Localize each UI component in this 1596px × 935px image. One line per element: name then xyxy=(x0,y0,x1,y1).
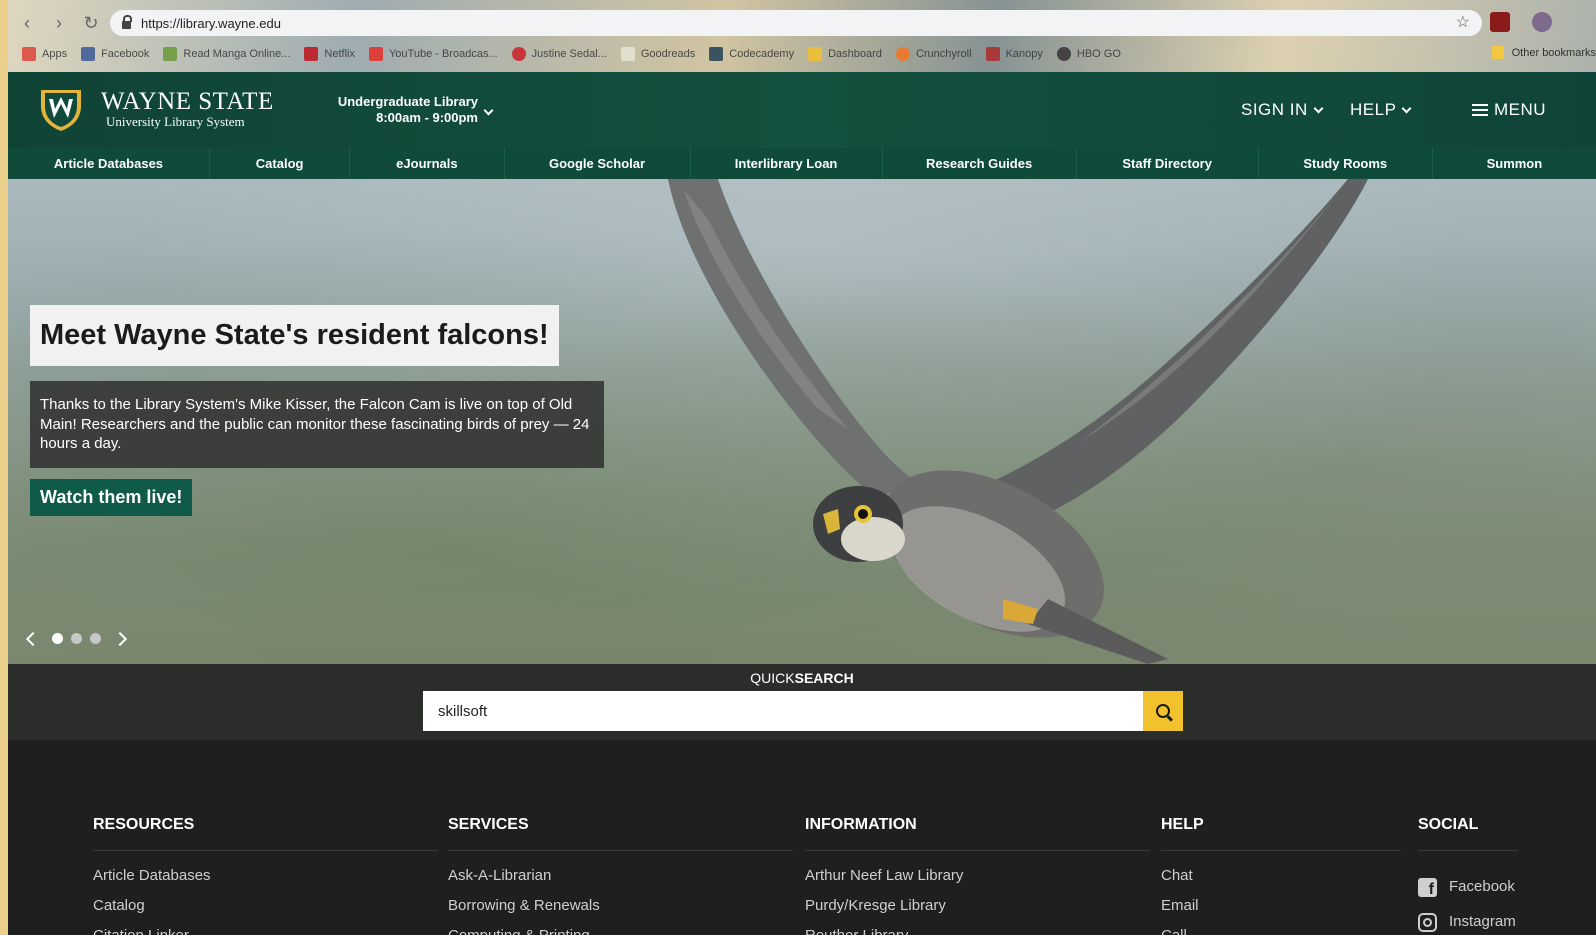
instagram-icon xyxy=(1418,912,1437,932)
falcon-image xyxy=(668,179,1368,664)
footer-link[interactable]: Citation Linker xyxy=(93,927,438,935)
bookmark-pinterest[interactable]: Justine Sedal... xyxy=(511,47,607,61)
quick-links-nav: Article Databases Catalog eJournals Goog… xyxy=(8,148,1596,179)
bookmark-manga[interactable]: Read Manga Online... xyxy=(163,47,290,61)
profile-avatar-icon[interactable] xyxy=(1532,12,1552,32)
bookmark-crunchyroll[interactable]: Crunchyroll xyxy=(895,47,972,61)
hero-title: Meet Wayne State's resident falcons! xyxy=(40,319,549,351)
footer-link[interactable]: Purdy/Kresge Library xyxy=(805,897,1150,927)
url-text: https://library.wayne.edu xyxy=(141,15,281,31)
pdf-extension-icon[interactable] xyxy=(1490,12,1510,32)
nav-article-databases[interactable]: Article Databases xyxy=(8,148,210,179)
address-bar[interactable]: https://library.wayne.edu ☆ xyxy=(110,10,1482,36)
chevron-down-icon[interactable] xyxy=(483,102,494,117)
footer-link[interactable]: Email xyxy=(1161,897,1401,927)
footer-link[interactable]: Article Databases xyxy=(93,867,438,897)
chevron-down-icon xyxy=(1313,103,1324,113)
nav-catalog[interactable]: Catalog xyxy=(210,148,351,179)
nav-study-rooms[interactable]: Study Rooms xyxy=(1259,148,1433,179)
footer-heading-social: SOCIAL xyxy=(1418,816,1518,851)
bookmark-dashboard[interactable]: Dashboard xyxy=(808,47,882,61)
library-hours: 8:00am - 9:00pm xyxy=(376,110,478,125)
bookmark-facebook[interactable]: Facebook xyxy=(81,47,149,61)
wayne-state-shield-icon[interactable] xyxy=(38,86,84,132)
carousel-prev-icon[interactable] xyxy=(25,631,41,646)
bookmark-star-icon[interactable]: ☆ xyxy=(1456,12,1470,32)
carousel-next-icon[interactable] xyxy=(112,631,128,646)
nav-ejournals[interactable]: eJournals xyxy=(350,148,505,179)
footer-link[interactable]: Borrowing & Renewals xyxy=(448,897,793,927)
carousel-dot-3[interactable] xyxy=(90,633,101,644)
other-bookmarks[interactable]: Other bookmarks xyxy=(1491,46,1596,59)
watch-live-button[interactable]: Watch them live! xyxy=(30,479,193,516)
nav-google-scholar[interactable]: Google Scholar xyxy=(505,148,691,179)
sign-in-button[interactable]: SIGN IN xyxy=(1241,100,1324,120)
hamburger-icon xyxy=(1472,104,1488,116)
bookmark-goodreads[interactable]: Goodreads xyxy=(620,47,695,61)
bookmark-kanopy[interactable]: Kanopy xyxy=(985,47,1043,61)
site-header: WAYNE STATE University Library System Un… xyxy=(8,72,1596,148)
search-button[interactable] xyxy=(1143,691,1183,731)
hero-description: Thanks to the Library System's Mike Kiss… xyxy=(40,396,590,452)
folder-icon xyxy=(1491,46,1504,59)
footer-heading-services: SERVICES xyxy=(448,816,793,851)
facebook-icon xyxy=(1418,877,1437,899)
quicksearch-input[interactable] xyxy=(423,691,1143,731)
site-footer: RESOURCES Article Databases Catalog Cita… xyxy=(8,740,1596,935)
bookmark-codecademy[interactable]: Codecademy xyxy=(709,47,794,61)
footer-heading-help: HELP xyxy=(1161,816,1401,851)
forward-icon[interactable]: › xyxy=(48,12,70,34)
bookmark-youtube[interactable]: YouTube - Broadcas... xyxy=(368,47,498,61)
hero-carousel: Meet Wayne State's resident falcons! Tha… xyxy=(8,179,1596,664)
back-icon[interactable]: ‹ xyxy=(16,12,38,34)
quicksearch-label: QUICKSEARCH xyxy=(750,670,854,686)
footer-resources: RESOURCES Article Databases Catalog Cita… xyxy=(93,816,438,935)
footer-heading-resources: RESOURCES xyxy=(93,816,438,851)
bookmark-netflix[interactable]: Netflix xyxy=(304,47,355,61)
help-button[interactable]: HELP xyxy=(1350,100,1412,120)
bookmark-apps[interactable]: Apps xyxy=(22,47,67,61)
footer-social: SOCIAL Facebook Instagram xyxy=(1418,816,1518,935)
quicksearch-panel: QUICKSEARCH xyxy=(8,664,1596,740)
menu-button[interactable]: MENU xyxy=(1472,100,1546,120)
chevron-down-icon xyxy=(1401,103,1412,113)
bookmark-hbo[interactable]: HBO GO xyxy=(1056,47,1121,61)
nav-summon[interactable]: Summon xyxy=(1433,148,1596,179)
carousel-controls xyxy=(25,631,128,646)
logo-subtitle: University Library System xyxy=(106,114,245,129)
carousel-dot-2[interactable] xyxy=(71,633,82,644)
search-icon xyxy=(1156,704,1170,718)
hero-title-box: Meet Wayne State's resident falcons! xyxy=(30,305,559,366)
nav-staff-directory[interactable]: Staff Directory xyxy=(1077,148,1259,179)
footer-information: INFORMATION Arthur Neef Law Library Purd… xyxy=(805,816,1150,935)
browser-chrome: ‹ › ↻ https://library.wayne.edu ☆ Apps F… xyxy=(8,0,1596,72)
footer-link[interactable]: Arthur Neef Law Library xyxy=(805,867,1150,897)
social-facebook-link[interactable]: Facebook xyxy=(1418,867,1518,907)
footer-link[interactable]: Reuther Library xyxy=(805,927,1150,935)
social-instagram-link[interactable]: Instagram xyxy=(1418,907,1518,935)
browser-window: ‹ › ↻ https://library.wayne.edu ☆ Apps F… xyxy=(8,0,1596,935)
lock-icon xyxy=(122,15,132,29)
bookmarks-bar: Apps Facebook Read Manga Online... Netfl… xyxy=(8,42,1596,66)
carousel-dot-1[interactable] xyxy=(52,633,63,644)
logo-title[interactable]: WAYNE STATE xyxy=(101,89,274,115)
footer-services: SERVICES Ask-A-Librarian Borrowing & Ren… xyxy=(448,816,793,935)
library-selector-name[interactable]: Undergraduate Library xyxy=(308,94,478,109)
footer-heading-information: INFORMATION xyxy=(805,816,1150,851)
footer-link[interactable]: Chat xyxy=(1161,867,1401,897)
nav-interlibrary-loan[interactable]: Interlibrary Loan xyxy=(691,148,883,179)
reload-icon[interactable]: ↻ xyxy=(80,12,102,34)
nav-research-guides[interactable]: Research Guides xyxy=(883,148,1077,179)
footer-link[interactable]: Catalog xyxy=(93,897,438,927)
hero-text-box: Thanks to the Library System's Mike Kiss… xyxy=(30,381,604,468)
footer-help: HELP Chat Email Call xyxy=(1161,816,1401,935)
footer-link[interactable]: Call xyxy=(1161,927,1401,935)
footer-link[interactable]: Ask-A-Librarian xyxy=(448,867,793,897)
footer-link[interactable]: Computing & Printing xyxy=(448,927,793,935)
